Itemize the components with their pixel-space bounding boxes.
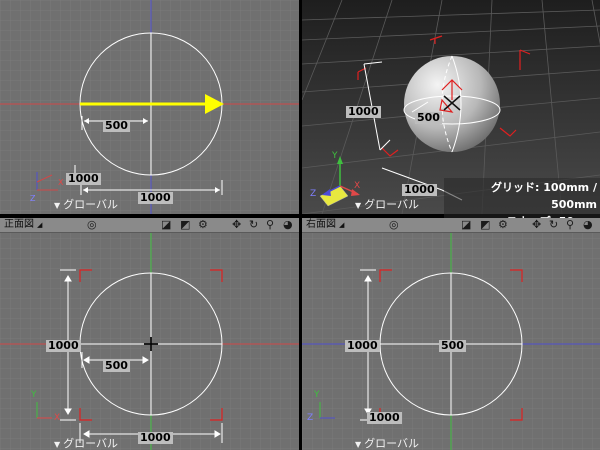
coordinate-mode-dropdown[interactable]: ▼ グローバル	[54, 438, 118, 450]
front-view-pane[interactable]: 正面図 ◢ ◎ ◪ ◩ ⚙ ✥ ↻ ⚲ ◕ 1000 500 1000 Y X ▼…	[0, 218, 299, 450]
target-icon[interactable]: ◎	[87, 218, 97, 232]
gear-icon[interactable]: ⚙	[198, 218, 208, 232]
fit-icon[interactable]: ◪	[161, 218, 171, 232]
dim-horizontal-label: 1000	[402, 183, 437, 196]
move-icon[interactable]: ✥	[532, 218, 541, 232]
wireframe-icon[interactable]: ◩	[480, 218, 490, 232]
axis-x-label: X	[54, 413, 61, 423]
sphere-shaded	[404, 56, 500, 152]
wireframe-icon[interactable]: ◩	[180, 218, 190, 232]
dropdown-arrow-icon: ▼	[355, 201, 362, 210]
maximize-icon[interactable]: ◕	[583, 218, 593, 232]
dim-vertical-label: 1000	[66, 172, 101, 185]
top-view-canvas[interactable]	[0, 0, 299, 214]
zoom-icon[interactable]: ⚲	[266, 218, 274, 232]
dropdown-arrow-icon: ▼	[355, 440, 362, 449]
move-icon[interactable]: ✥	[232, 218, 241, 232]
view-selector[interactable]: 正面図 ◢	[4, 218, 42, 232]
dim-horizontal-label: 1000	[345, 339, 380, 352]
fit-icon[interactable]: ◪	[461, 218, 471, 232]
dropdown-arrow-icon: ◢	[339, 221, 345, 229]
side-view-canvas[interactable]	[302, 218, 600, 450]
axis-z-label: Z	[310, 189, 317, 199]
axis-y-label: Y	[314, 390, 320, 400]
coordinate-mode-dropdown[interactable]: ▼ グローバル	[54, 199, 118, 212]
side-view-header: 右面図 ◢ ◎ ◪ ◩ ⚙ ✥ ↻ ⚲ ◕	[302, 218, 600, 233]
rotate-icon[interactable]: ↻	[549, 218, 558, 232]
coordinate-mode-dropdown[interactable]: ▼ グローバル	[355, 199, 419, 212]
maximize-icon[interactable]: ◕	[283, 218, 293, 232]
front-view-header: 正面図 ◢ ◎ ◪ ◩ ⚙ ✥ ↻ ⚲ ◕	[0, 218, 299, 233]
dropdown-arrow-icon: ▼	[54, 440, 61, 449]
dim-radius-label: 500	[439, 339, 466, 352]
rotate-icon[interactable]: ↻	[249, 218, 258, 232]
side-view-pane[interactable]: 右面図 ◢ ◎ ◪ ◩ ⚙ ✥ ↻ ⚲ ◕ 1000 500 1000 Y Z ▼…	[302, 218, 600, 450]
grid-size-text: グリッド: 100mm / 500mm	[491, 181, 597, 211]
dim-horizontal-label: 1000	[138, 431, 173, 444]
axis-x-label: X	[354, 181, 361, 191]
dropdown-arrow-icon: ▼	[54, 201, 61, 210]
gear-icon[interactable]: ⚙	[498, 218, 508, 232]
axis-x-label: X	[58, 178, 64, 187]
dim-diameter-label: 1000	[138, 191, 173, 204]
view-selector[interactable]: 右面図 ◢	[306, 218, 344, 232]
axis-z-label: Z	[30, 194, 36, 203]
dropdown-arrow-icon: ◢	[37, 221, 43, 229]
coordinate-mode-dropdown[interactable]: ▼ グローバル	[355, 438, 419, 450]
dim-vertical-label: 1000	[367, 411, 402, 424]
front-view-canvas[interactable]	[0, 218, 299, 450]
axis-z-label: Z	[307, 413, 314, 423]
target-icon[interactable]: ◎	[389, 218, 399, 232]
axis-y-label: Y	[332, 151, 338, 161]
axis-y-label: Y	[31, 390, 37, 400]
dim-vertical-label: 1000	[46, 339, 81, 352]
top-view-pane[interactable]: 500 1000 1000 X Z ▼ グローバル	[0, 0, 299, 214]
dim-radius-label: 500	[415, 111, 442, 124]
zoom-icon[interactable]: ⚲	[566, 218, 574, 232]
dim-radius-label: 500	[103, 359, 130, 372]
dim-vertical-label: 1000	[346, 105, 381, 118]
dim-radius-label: 500	[103, 119, 130, 132]
shade3d-viewports: 500 1000 1000 X Z ▼ グローバル 1000 500 1000 …	[0, 0, 600, 450]
